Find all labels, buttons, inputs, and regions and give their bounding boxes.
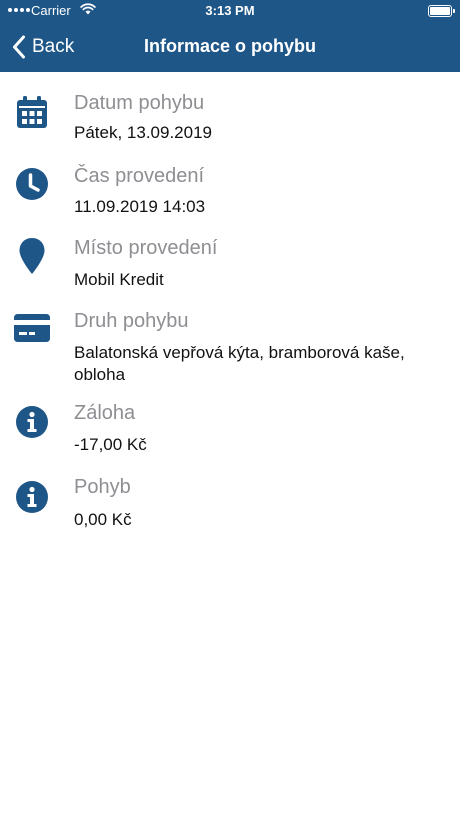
detail-label: Pohyb [74, 476, 131, 498]
info-icon [14, 479, 50, 515]
credit-card-icon [12, 310, 52, 346]
top-bar: Carrier 3:13 PM Back Informace o pohybu [0, 0, 460, 72]
battery-icon [428, 5, 455, 17]
detail-value: -17,00 Kč [74, 435, 147, 454]
detail-label: Místo provedení [74, 237, 218, 259]
detail-value: Balatonská vepřová kýta, bramborová kaše… [74, 343, 405, 384]
status-bar: Carrier 3:13 PM [0, 0, 460, 22]
detail-value: Pátek, 13.09.2019 [74, 123, 213, 142]
detail-value: Mobil Kredit [74, 270, 164, 289]
detail-value: 11.09.2019 14:03 [74, 197, 206, 216]
detail-label: Záloha [74, 402, 136, 424]
detail-label: Druh pohybu [74, 310, 189, 332]
info-icon [14, 404, 50, 440]
detail-label: Datum pohybu [74, 92, 205, 114]
clock-icon [14, 166, 50, 202]
detail-value: 0,00 Kč [74, 510, 132, 529]
detail-label: Čas provedení [74, 165, 205, 187]
navigation-bar: Back Informace o pohybu [0, 22, 460, 72]
location-pin-icon [14, 238, 50, 274]
calendar-icon [14, 94, 50, 130]
page-title: Informace o pohybu [143, 36, 316, 56]
status-time: 3:13 PM [205, 3, 255, 18]
